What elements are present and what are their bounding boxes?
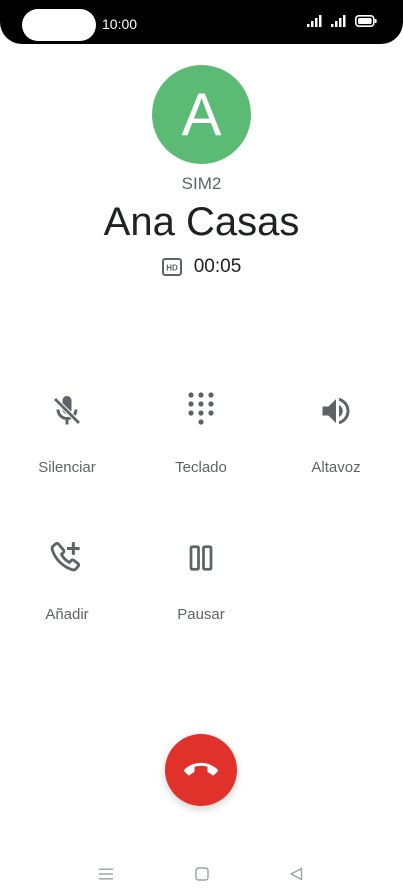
dialpad-icon — [188, 392, 214, 425]
status-time: 10:00 — [102, 16, 138, 32]
signal-sim1-icon — [307, 15, 322, 27]
mute-button[interactable]: Silenciar — [7, 391, 127, 476]
hold-label: Pausar — [177, 606, 225, 623]
dialpad-label: Teclado — [175, 459, 227, 476]
hold-button[interactable]: Pausar — [141, 538, 261, 623]
sim-label: SIM2 — [181, 174, 222, 193]
call-info: HD 00:05 — [0, 256, 403, 278]
add-call-label: Añadir — [45, 606, 89, 623]
contact-name: Ana Casas — [103, 200, 300, 244]
mic-off-icon — [53, 396, 81, 425]
hang-up-icon — [184, 762, 218, 776]
navigation-bar — [0, 858, 403, 888]
status-bar: 10:00 — [0, 0, 403, 44]
add-call-icon — [50, 541, 81, 572]
speaker-icon — [322, 397, 350, 425]
home-button[interactable] — [190, 862, 214, 886]
end-call-button[interactable] — [165, 734, 237, 806]
camera-pill — [22, 9, 96, 41]
call-duration: 00:05 — [193, 256, 242, 277]
dialpad-button[interactable]: Teclado — [141, 391, 261, 476]
add-call-button[interactable]: Añadir — [7, 538, 127, 623]
battery-icon — [355, 15, 377, 27]
pause-icon — [189, 545, 213, 571]
signal-sim2-icon — [331, 15, 346, 27]
speaker-label: Altavoz — [311, 459, 361, 476]
status-icons — [307, 15, 377, 27]
speaker-button[interactable]: Altavoz — [276, 391, 396, 476]
contact-avatar: A — [152, 65, 251, 164]
mute-label: Silenciar — [38, 459, 96, 476]
back-icon — [290, 867, 303, 881]
menu-button[interactable] — [94, 862, 118, 886]
svg-text:HD: HD — [166, 264, 178, 273]
menu-icon — [99, 868, 113, 880]
back-button[interactable] — [284, 862, 308, 886]
home-icon — [195, 867, 209, 881]
hd-voice-icon: HD — [161, 258, 182, 276]
